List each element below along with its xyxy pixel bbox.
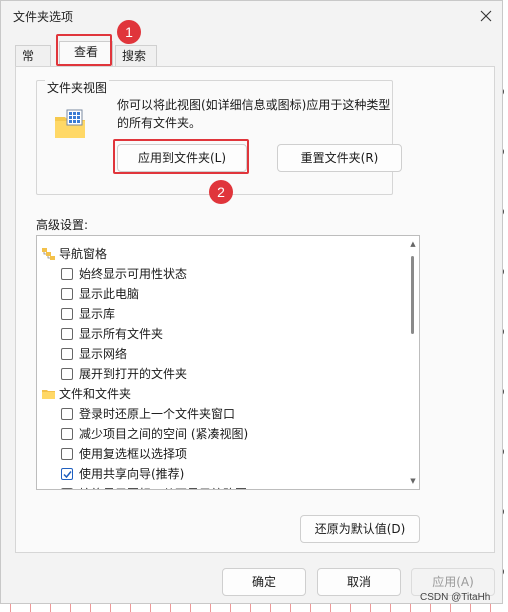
tree-item-label: 始终显示可用性状态 [79,267,188,281]
tree-checkbox-item[interactable]: 始终显示可用性状态 [37,264,403,284]
checkbox[interactable] [61,288,73,300]
checkbox[interactable] [61,308,73,320]
ok-button[interactable]: 确定 [222,568,306,596]
tree-checkbox-item[interactable]: 使用共享向导(推荐) [37,464,403,484]
navigation-pane-icon [42,248,55,260]
watermark: CSDN @TitaHh [420,592,491,603]
tree-item-label: 使用复选框以选择项 [79,447,188,461]
cancel-button[interactable]: 取消 [317,568,401,596]
view-tab-panel: 文件夹视图 你可以将此视图(如详细信息或图标)应用于这种类型的所有文件夹。 应用… [15,66,495,553]
tree-item-label: 显示库 [79,307,116,321]
tree-checkbox-item[interactable]: 始终显示图标，从不显示缩略图 [37,484,403,489]
reset-folders-button[interactable]: 重置文件夹(R) [277,144,402,172]
tree-category: 导航窗格 [37,244,403,264]
tree-item-label: 登录时还原上一个文件夹窗口 [79,407,236,421]
scroll-down-arrow-icon[interactable]: ▼ [409,477,417,485]
tree-checkbox-item[interactable]: 减少项目之间的空间 (紧凑视图) [37,424,403,444]
tree-category: 文件和文件夹 [37,384,403,404]
tree-item-label: 显示此电脑 [79,287,140,301]
folder-views-group: 文件夹视图 你可以将此视图(如详细信息或图标)应用于这种类型的所有文件夹。 应用… [36,79,402,195]
tree-checkbox-item[interactable]: 显示库 [37,304,403,324]
checkbox[interactable] [61,368,73,380]
checkbox[interactable] [61,408,73,420]
step-badge-1: 1 [117,20,141,44]
highlight-view-tab [56,34,112,66]
tree-item-label: 显示所有文件夹 [79,327,164,341]
check-icon [63,471,72,479]
tree-checkbox-item[interactable]: 登录时还原上一个文件夹窗口 [37,404,403,424]
tree-item-label: 使用共享向导(推荐) [79,467,185,481]
highlight-apply-button [113,139,249,174]
folder-views-description: 你可以将此视图(如详细信息或图标)应用于这种类型的所有文件夹。 [117,98,391,130]
tree-item-label: 减少项目之间的空间 (紧凑视图) [79,427,249,441]
step-badge-2: 2 [209,180,233,204]
tree-checkbox-item[interactable]: 使用复选框以选择项 [37,444,403,464]
close-icon [480,10,492,22]
close-button[interactable] [471,3,501,29]
advanced-settings-scrollbar[interactable]: ▲ ▼ [407,236,419,489]
tree-checkbox-item[interactable]: 显示网络 [37,344,403,364]
tree-checkbox-item[interactable]: 显示所有文件夹 [37,324,403,344]
scrollbar-thumb[interactable] [411,256,414,334]
checkbox[interactable] [61,328,73,340]
title-bar: 文件夹选项 [1,1,502,33]
restore-defaults-button[interactable]: 还原为默认值(D) [300,515,420,543]
checkbox[interactable] [61,268,73,280]
tree-checkbox-item[interactable]: 显示此电脑 [37,284,403,304]
window-title: 文件夹选项 [13,10,74,24]
checkbox[interactable] [61,428,73,440]
checkbox[interactable] [61,348,73,360]
tree-item-label: 文件和文件夹 [59,387,132,401]
folder-views-legend: 文件夹视图 [45,79,110,96]
tree-item-label: 始终显示图标，从不显示缩略图 [79,484,247,489]
tab-search[interactable]: 搜索 [115,45,157,67]
scroll-up-arrow-icon[interactable]: ▲ [409,240,417,248]
tab-general[interactable]: 常规 [15,45,51,83]
checkbox[interactable] [61,488,73,489]
checkbox[interactable] [61,448,73,460]
tree-item-label: 展开到打开的文件夹 [79,367,188,381]
folder-icon [42,390,55,399]
advanced-settings-label: 高级设置: [36,218,89,232]
tree-item-label: 显示网络 [79,347,128,361]
folder-view-icon [55,109,85,138]
tree-checkbox-item[interactable]: 展开到打开的文件夹 [37,364,403,384]
tree-item-label: 导航窗格 [59,247,108,261]
folder-options-dialog: 文件夹选项 常规 查看 搜索 文件夹视图 [0,0,503,604]
checkbox-checked[interactable] [61,468,73,480]
advanced-settings-tree[interactable]: 始终显示图标，从不显示缩略图 使用共享向导(推荐) 使用复选框以选择项 减少项目之间的… [36,235,420,490]
